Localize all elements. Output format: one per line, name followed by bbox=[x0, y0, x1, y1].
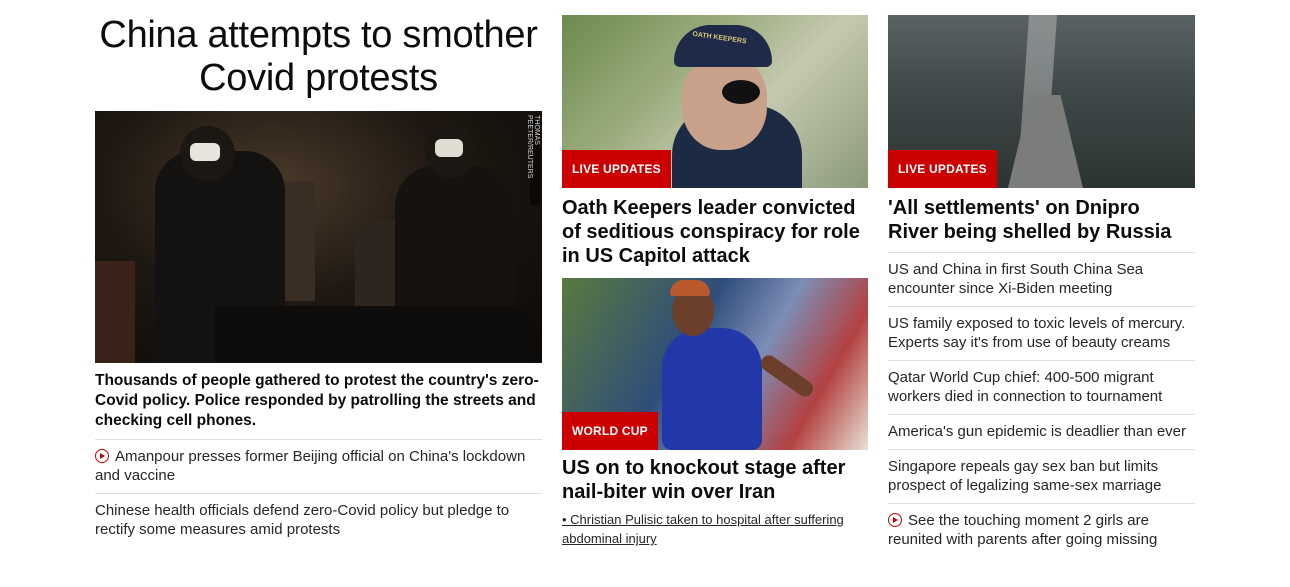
lead-summary[interactable]: Thousands of people gathered to protest … bbox=[95, 371, 542, 440]
link-text: America's gun epidemic is deadlier than … bbox=[888, 423, 1187, 440]
eyepatch-shape bbox=[722, 80, 760, 104]
related-link-amanpour[interactable]: Amanpour presses former Beijing official… bbox=[95, 440, 542, 494]
right-column: LIVE UPDATES 'All settlements' on Dnipro… bbox=[888, 0, 1195, 557]
link-missing-girls[interactable]: See the touching moment 2 girls are reun… bbox=[888, 504, 1195, 557]
dnipro-bridge-photo[interactable]: LIVE UPDATES bbox=[888, 15, 1195, 188]
world-cup-headline[interactable]: US on to knockout stage after nail-biter… bbox=[562, 456, 868, 504]
crowd-shape bbox=[95, 261, 135, 363]
lead-related-links: Amanpour presses former Beijing official… bbox=[95, 440, 542, 547]
lead-photo[interactable]: THOMAS PEETER/REUTERS bbox=[95, 111, 542, 363]
link-south-china-sea[interactable]: US and China in first South China Sea en… bbox=[888, 253, 1195, 307]
live-updates-badge[interactable]: LIVE UPDATES bbox=[562, 150, 671, 188]
link-text: US and China in first South China Sea en… bbox=[888, 261, 1144, 297]
link-text: US family exposed to toxic levels of mer… bbox=[888, 315, 1186, 351]
link-text: Singapore repeals gay sex ban but limits… bbox=[888, 458, 1162, 494]
pulisic-link[interactable]: • Christian Pulisic taken to hospital af… bbox=[562, 510, 868, 548]
jersey-shape bbox=[662, 328, 762, 450]
link-mercury[interactable]: US family exposed to toxic levels of mer… bbox=[888, 307, 1195, 361]
face-mask bbox=[190, 143, 220, 161]
middle-column: OATH KEEPERS LIVE UPDATES Oath Keepers l… bbox=[562, 0, 868, 548]
link-text: Amanpour presses former Beijing official… bbox=[95, 448, 526, 484]
oath-keepers-photo[interactable]: OATH KEEPERS LIVE UPDATES bbox=[562, 15, 868, 188]
right-related-links: US and China in first South China Sea en… bbox=[888, 253, 1195, 557]
face-mask bbox=[435, 139, 463, 157]
link-text: Chinese health officials defend zero-Cov… bbox=[95, 502, 510, 538]
live-updates-badge[interactable]: LIVE UPDATES bbox=[888, 150, 997, 188]
hair-shape bbox=[670, 280, 710, 296]
face-shape bbox=[682, 55, 767, 150]
cap-shape bbox=[674, 25, 772, 67]
world-cup-photo[interactable]: WORLD CUP bbox=[562, 278, 868, 450]
link-text: Qatar World Cup chief: 400-500 migrant w… bbox=[888, 369, 1163, 405]
crowd-shape bbox=[215, 306, 535, 363]
arm-shape bbox=[757, 352, 817, 400]
link-qatar-workers[interactable]: Qatar World Cup chief: 400-500 migrant w… bbox=[888, 361, 1195, 415]
play-circle-icon bbox=[888, 513, 902, 527]
play-circle-icon bbox=[95, 449, 109, 463]
world-cup-badge[interactable]: WORLD CUP bbox=[562, 412, 658, 450]
lead-story: China attempts to smother Covid protests… bbox=[95, 0, 542, 547]
photo-credit: THOMAS PEETER/REUTERS bbox=[526, 115, 540, 205]
lead-headline[interactable]: China attempts to smother Covid protests bbox=[95, 14, 542, 111]
link-text: See the touching moment 2 girls are reun… bbox=[888, 512, 1158, 548]
link-gun-epidemic[interactable]: America's gun epidemic is deadlier than … bbox=[888, 415, 1195, 450]
dnipro-headline[interactable]: 'All settlements' on Dnipro River being … bbox=[888, 196, 1195, 253]
bridge-shape bbox=[1008, 95, 1083, 188]
link-singapore[interactable]: Singapore repeals gay sex ban but limits… bbox=[888, 450, 1195, 504]
related-link-health-officials[interactable]: Chinese health officials defend zero-Cov… bbox=[95, 494, 542, 547]
oath-keepers-headline[interactable]: Oath Keepers leader convicted of seditio… bbox=[562, 196, 868, 278]
